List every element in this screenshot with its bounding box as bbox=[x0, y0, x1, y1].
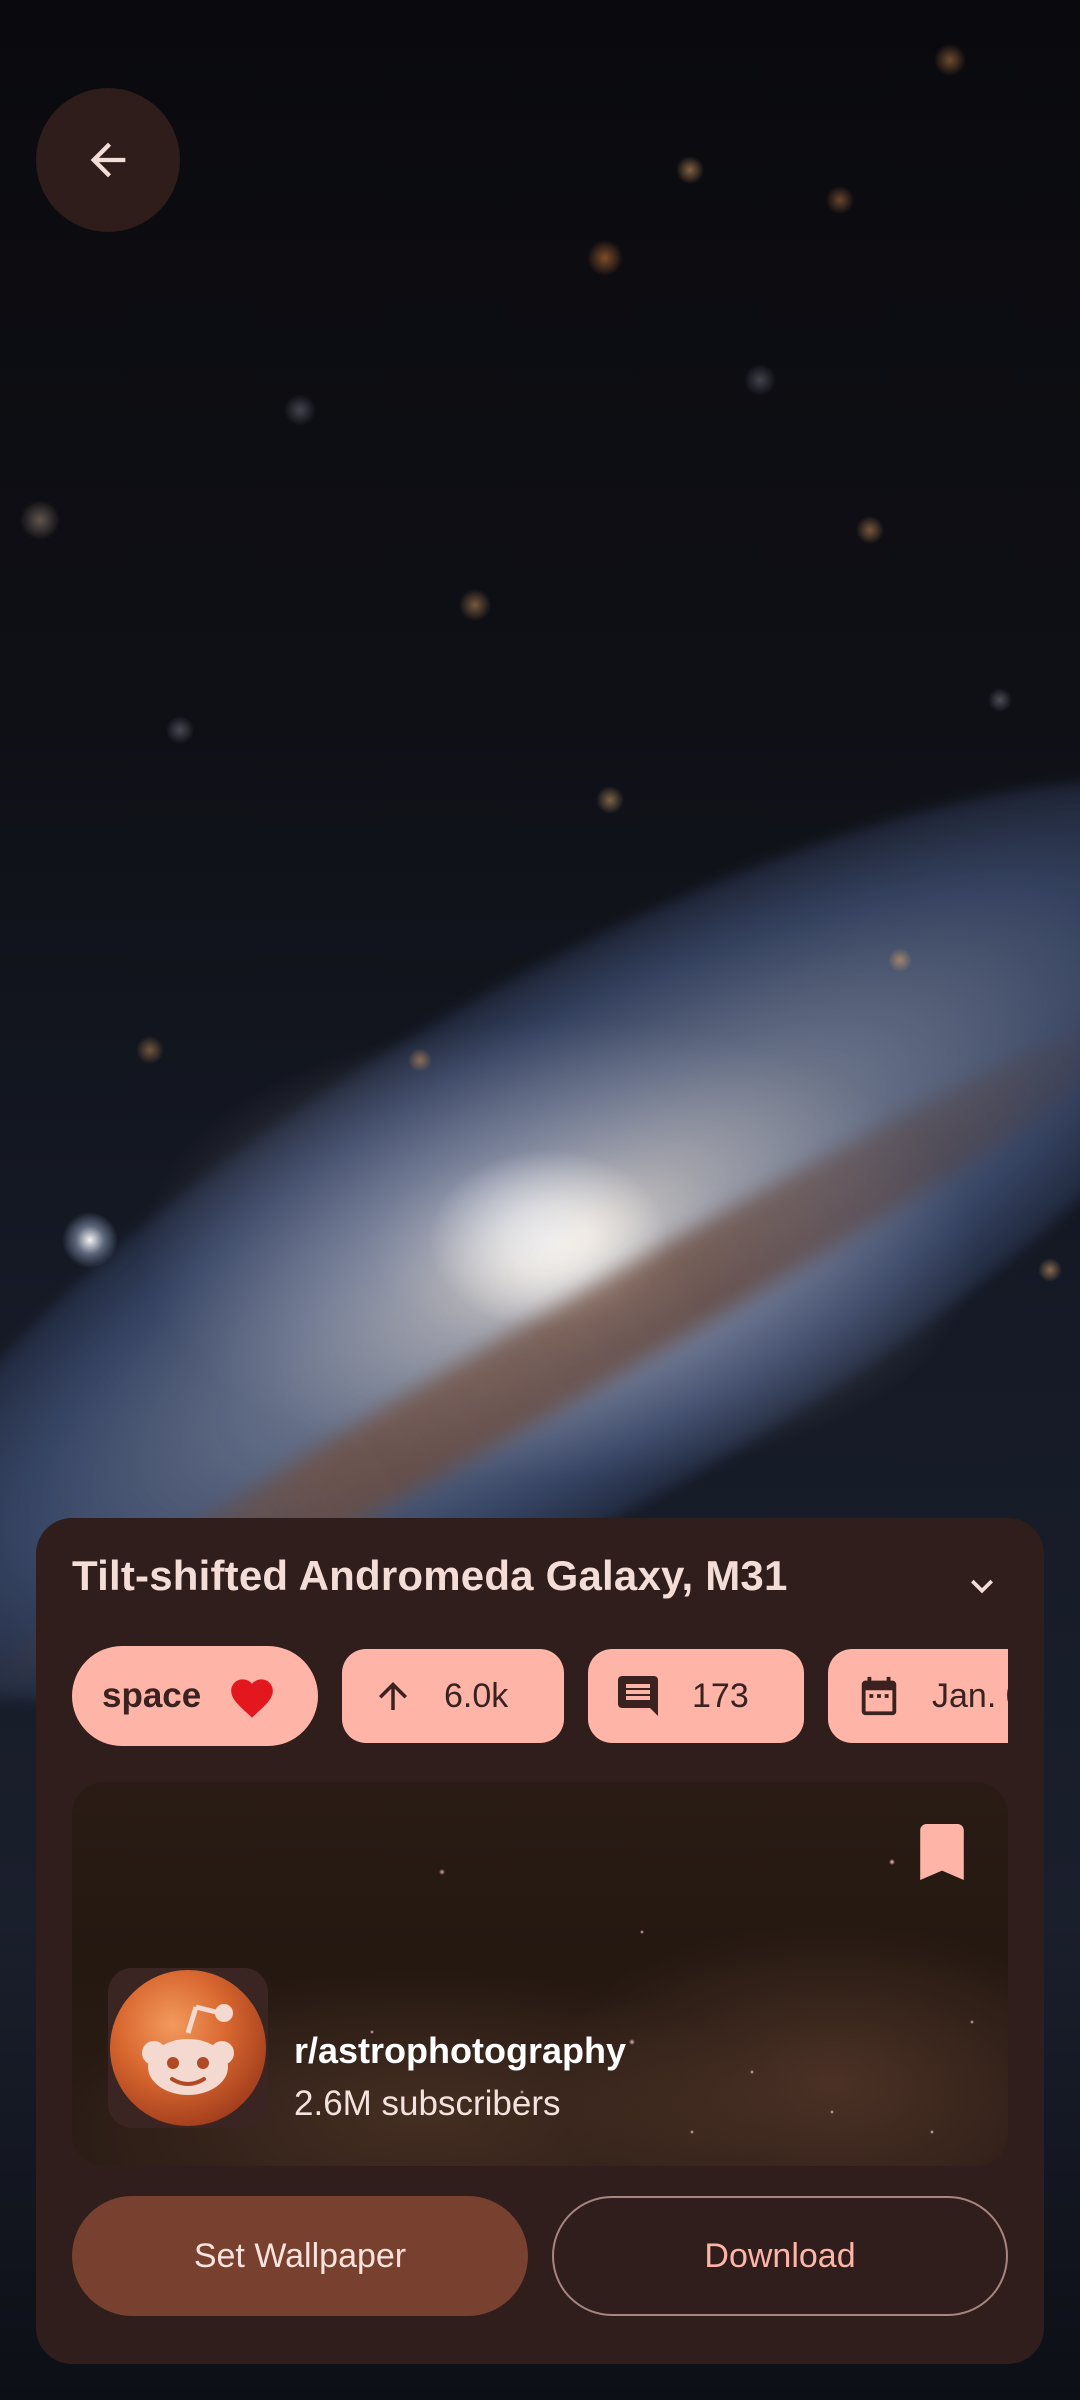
post-title: Tilt-shifted Andromeda Galaxy, M31 bbox=[72, 1552, 788, 1599]
post-details-sheet: Tilt-shifted Andromeda Galaxy, M31 space… bbox=[36, 1518, 1044, 2364]
upvotes-count: 6.0k bbox=[444, 1676, 509, 1715]
subreddit-card[interactable]: r/astrophotography 2.6M subscribers bbox=[72, 1782, 1008, 2166]
post-info-chips: space 6.0k 173 Jan. 0 bbox=[72, 1646, 1008, 1746]
arrow-left-icon bbox=[90, 142, 126, 178]
arrow-up-icon bbox=[379, 1682, 407, 1710]
comment-icon bbox=[618, 1676, 658, 1716]
collapse-sheet-button[interactable] bbox=[954, 1558, 1010, 1614]
heart-icon bbox=[231, 1679, 274, 1718]
subreddit-avatar bbox=[108, 1968, 268, 2128]
chevron-down-icon bbox=[971, 1579, 993, 1594]
tag-chip-space[interactable]: space bbox=[72, 1646, 318, 1746]
back-button[interactable] bbox=[36, 88, 180, 232]
post-date: Jan. 0 bbox=[932, 1676, 1008, 1715]
bookmark-icon[interactable] bbox=[920, 1824, 964, 1880]
comments-count: 173 bbox=[692, 1676, 749, 1715]
date-chip[interactable]: Jan. 0 bbox=[828, 1649, 1008, 1743]
tag-label: space bbox=[102, 1676, 202, 1715]
set-wallpaper-button[interactable]: Set Wallpaper bbox=[72, 2196, 528, 2316]
download-button[interactable]: Download bbox=[552, 2196, 1008, 2316]
subreddit-name: r/astrophotography bbox=[294, 2030, 627, 2071]
subreddit-subscribers: 2.6M subscribers bbox=[294, 2084, 561, 2123]
reddit-alien-icon bbox=[142, 2004, 234, 2095]
comments-chip[interactable]: 173 bbox=[588, 1649, 804, 1743]
calendar-icon bbox=[861, 1676, 897, 1716]
upvotes-chip[interactable]: 6.0k bbox=[342, 1649, 564, 1743]
